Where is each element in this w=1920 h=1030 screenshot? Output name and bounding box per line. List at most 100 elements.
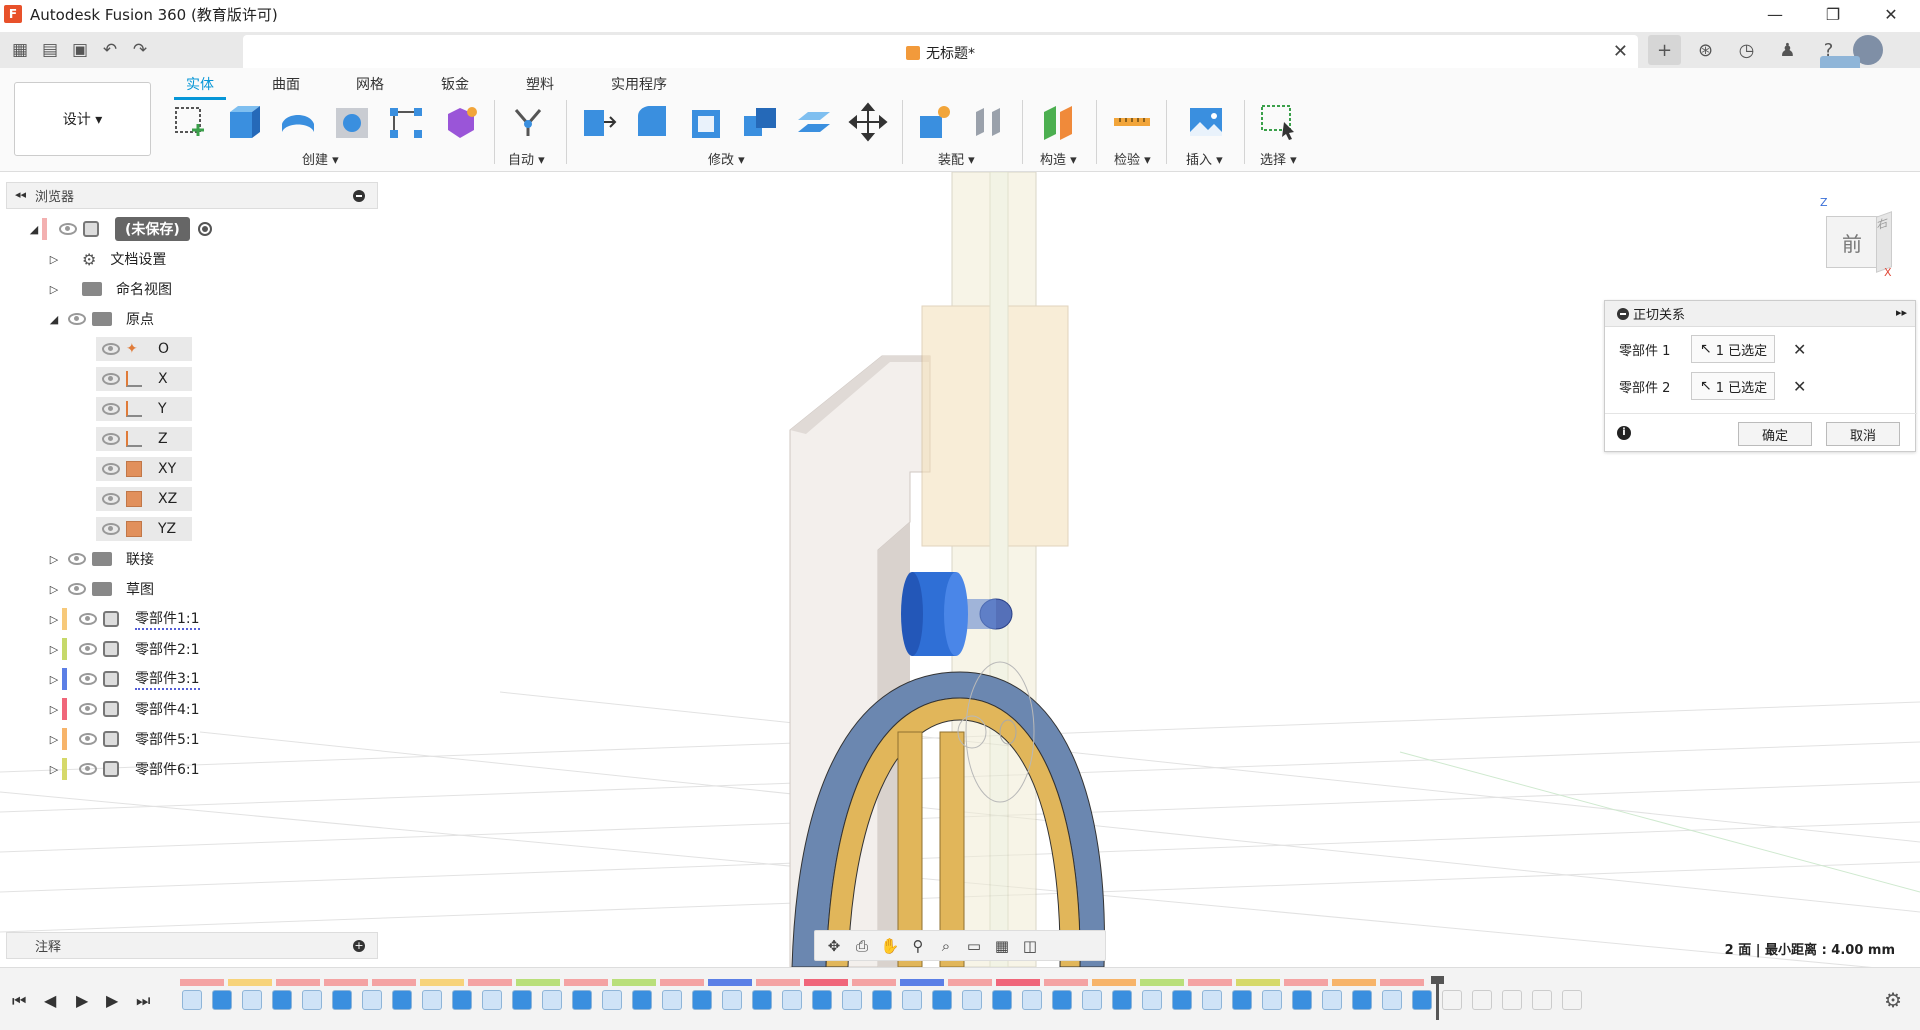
- timeline-feature-icon[interactable]: [752, 990, 772, 1010]
- visibility-eye-icon[interactable]: [102, 343, 120, 355]
- tree-item-xz[interactable]: XZ: [96, 487, 192, 511]
- timeline-feature-icon[interactable]: [632, 990, 652, 1010]
- timeline-feature-icon[interactable]: [962, 990, 982, 1010]
- tree-item-component[interactable]: ▷ 零部件5:1: [46, 727, 200, 751]
- tree-item-yz[interactable]: YZ: [96, 517, 192, 541]
- extensions-icon[interactable]: ⊛: [1689, 35, 1722, 65]
- timeline-marker[interactable]: [1431, 976, 1444, 1020]
- visibility-eye-icon[interactable]: [68, 583, 86, 595]
- tab-sheet-metal[interactable]: 钣金: [441, 74, 469, 94]
- visibility-eye-icon[interactable]: [68, 313, 86, 325]
- timeline-feature-icon[interactable]: [1352, 990, 1372, 1010]
- collapse-browser-icon[interactable]: ◂◂: [15, 188, 26, 201]
- move-icon[interactable]: [848, 102, 888, 142]
- timeline-feature-icon[interactable]: [362, 990, 382, 1010]
- timeline-feature-icon[interactable]: [482, 990, 502, 1010]
- expand-dialog-icon[interactable]: ▸▸: [1896, 306, 1907, 319]
- offset-face-icon[interactable]: [794, 102, 834, 142]
- pan-icon[interactable]: ✋: [879, 935, 901, 957]
- timeline-feature-icon[interactable]: [1202, 990, 1222, 1010]
- timeline-suppressed-feature-icon[interactable]: [1502, 990, 1522, 1010]
- tree-item-component[interactable]: ▷ 零部件1:1: [46, 607, 200, 631]
- timeline-feature-icon[interactable]: [1022, 990, 1042, 1010]
- expand-icon[interactable]: ▷: [46, 553, 62, 566]
- expand-icon[interactable]: ▷: [46, 733, 62, 746]
- zoom-icon[interactable]: ⚲: [907, 935, 929, 957]
- timeline-feature-icon[interactable]: [602, 990, 622, 1010]
- expand-icon[interactable]: ◢: [46, 313, 62, 326]
- visibility-eye-icon[interactable]: [102, 373, 120, 385]
- tree-item-joints[interactable]: ▷ 联接: [46, 547, 154, 571]
- clear-selection-1-button[interactable]: ✕: [1793, 340, 1806, 359]
- viewcube-front-face[interactable]: 前: [1826, 216, 1878, 268]
- expand-icon[interactable]: ▷: [46, 613, 62, 626]
- view-cube[interactable]: Z 前 右 X: [1818, 196, 1892, 279]
- timeline-feature-icon[interactable]: [182, 990, 202, 1010]
- next-step-button[interactable]: ▶: [106, 991, 118, 1010]
- construct-plane-icon[interactable]: [1038, 102, 1078, 142]
- orbit-icon[interactable]: ✥: [823, 935, 845, 957]
- tree-item-component[interactable]: ▷ 零部件3:1: [46, 667, 200, 691]
- timeline-feature-icon[interactable]: [842, 990, 862, 1010]
- tab-plastic[interactable]: 塑料: [526, 74, 554, 94]
- automate-group-label[interactable]: 自动 ▾: [508, 149, 545, 168]
- timeline-feature-icon[interactable]: [1052, 990, 1072, 1010]
- visibility-eye-icon[interactable]: [102, 463, 120, 475]
- timeline-feature-icon[interactable]: [1112, 990, 1132, 1010]
- timeline-feature-icon[interactable]: [662, 990, 682, 1010]
- grid-settings-icon[interactable]: ▦: [991, 935, 1013, 957]
- timeline-feature-icon[interactable]: [872, 990, 892, 1010]
- tree-item-o[interactable]: ✦ O: [96, 337, 192, 361]
- tree-item-origin[interactable]: ◢ 原点: [46, 307, 154, 331]
- workspace-switcher[interactable]: 设计 ▾: [14, 82, 151, 156]
- visibility-eye-icon[interactable]: [79, 733, 97, 745]
- fit-icon[interactable]: ⌕: [935, 935, 957, 957]
- insert-group-label[interactable]: 插入 ▾: [1186, 149, 1223, 168]
- restore-button[interactable]: ❐: [1804, 0, 1862, 28]
- tree-item-doc-settings[interactable]: ▷ ⚙ 文档设置: [46, 247, 167, 271]
- timeline-feature-icon[interactable]: [332, 990, 352, 1010]
- close-window-button[interactable]: ✕: [1862, 0, 1920, 28]
- 3d-viewport[interactable]: [0, 172, 1920, 967]
- timeline-feature-icon[interactable]: [1142, 990, 1162, 1010]
- file-menu-icon[interactable]: ▤: [38, 38, 62, 62]
- expand-icon[interactable]: ▷: [46, 673, 62, 686]
- timeline-suppressed-feature-icon[interactable]: [1442, 990, 1462, 1010]
- tab-solid[interactable]: 实体: [174, 74, 226, 100]
- component-1-selector[interactable]: ↖ 1 已选定: [1691, 335, 1775, 363]
- timeline-feature-icon[interactable]: [1382, 990, 1402, 1010]
- timeline-feature-icon[interactable]: [1292, 990, 1312, 1010]
- ok-button[interactable]: 确定: [1738, 422, 1812, 446]
- visibility-eye-icon[interactable]: [68, 553, 86, 565]
- clear-selection-2-button[interactable]: ✕: [1793, 377, 1806, 396]
- tree-item-component[interactable]: ▷ 零部件2:1: [46, 637, 200, 661]
- timeline-feature-icon[interactable]: [1262, 990, 1282, 1010]
- select-group-label[interactable]: 选择 ▾: [1260, 149, 1297, 168]
- collapse-dialog-icon[interactable]: [1617, 307, 1629, 320]
- revolve-icon[interactable]: [278, 102, 318, 142]
- tree-item-component[interactable]: ▷ 零部件4:1: [46, 697, 200, 721]
- timeline-feature-icon[interactable]: [812, 990, 832, 1010]
- timeline-feature-icon[interactable]: [692, 990, 712, 1010]
- create-sketch-icon[interactable]: [170, 102, 210, 142]
- timeline-feature-icon[interactable]: [1172, 990, 1192, 1010]
- look-at-icon[interactable]: ⎙: [851, 935, 873, 957]
- visibility-eye-icon[interactable]: [102, 523, 120, 535]
- construct-group-label[interactable]: 构造 ▾: [1040, 149, 1077, 168]
- close-tab-button[interactable]: ✕: [1613, 41, 1628, 62]
- expand-icon[interactable]: ◢: [26, 223, 42, 236]
- visibility-eye-icon[interactable]: [79, 703, 97, 715]
- timeline-feature-icon[interactable]: [1412, 990, 1432, 1010]
- timeline-feature-icon[interactable]: [422, 990, 442, 1010]
- extrude-icon[interactable]: [224, 102, 264, 142]
- fillet-icon[interactable]: [632, 102, 672, 142]
- minimize-panel-icon[interactable]: [353, 190, 365, 202]
- timeline-feature-icon[interactable]: [272, 990, 292, 1010]
- new-component-icon[interactable]: [914, 102, 954, 142]
- expand-icon[interactable]: ▷: [46, 253, 62, 266]
- expand-icon[interactable]: ▷: [46, 763, 62, 776]
- press-pull-icon[interactable]: [578, 102, 618, 142]
- info-icon[interactable]: i: [1617, 426, 1631, 440]
- tree-item-xy[interactable]: XY: [96, 457, 192, 481]
- play-button[interactable]: ▶: [76, 991, 88, 1010]
